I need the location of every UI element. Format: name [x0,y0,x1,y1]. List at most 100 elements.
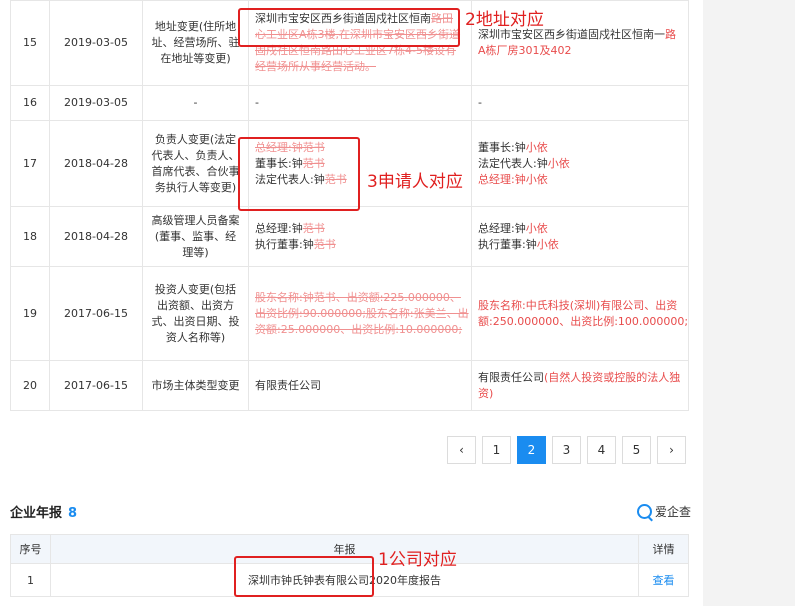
change-record-row: 18 2018-04-28 高级管理人员备案 (董事、监事、经 理等) 总经理:钟范书 执行… [10,206,689,267]
page-button-2[interactable]: 2 [517,436,546,464]
after-text: 额:250.000000、出资比例:100.000000; [478,314,689,328]
after-line: A栋厂房301及402 [478,43,682,59]
record-item: 投资人变更(包括 出资额、出资方 式、出资日期、投 资人名称等) [142,266,249,361]
before-text: 资额:25.000000、出资比例:10.000000; [255,322,463,336]
record-after: 总经理:钟小依 执行董事:钟小依 [471,206,689,267]
aiqicha-logo: 爱企查 [637,502,691,520]
record-number: 15 [10,0,50,86]
record-number: 19 [10,266,50,361]
after-text: 法定代表人:钟 [478,156,548,170]
record-item-line: (董事、监事、经 [154,229,237,243]
annotation-address: 2地址对应 [465,10,544,30]
before-text: 出资比例:90.000000;股东名称:张美兰、出 [255,306,469,320]
after-text: 有限责任公司 [478,370,544,384]
record-item-line: 址、经营场所、驻 [151,36,240,49]
before-line: 出资比例:90.000000;股东名称:张美兰、出 [255,306,469,322]
view-report-link[interactable]: 查看 [638,563,689,597]
after-line: 法定代表人:钟小依 [478,156,682,172]
after-line: 总经理:钟小依 [478,172,682,188]
record-item: - [142,85,249,121]
column-header-detail: 详情 [638,534,689,564]
record-date: 2018-04-28 [49,120,143,207]
record-date: 2018-04-28 [49,206,143,267]
record-item-line: 出资额、出资方 [157,298,234,312]
after-line: 有限责任公司(自然人投资或控股的法人独 [478,370,682,386]
record-before: 总经理:钟范书 执行董事:钟范书 [248,206,472,267]
record-item-line: 首席代表、合伙事 [151,164,240,178]
column-header-no: 序号 [10,534,51,564]
record-item: 高级管理人员备案 (董事、监事、经 理等) [142,206,249,267]
record-after: 有限责任公司(自然人投资或控股的法人独 资) [471,360,689,411]
annual-report-heading: 企业年报 8 [10,502,77,521]
after-text: 股东名称:中氏科技(深圳)有限公司、出资 [478,298,678,312]
change-record-row: 16 2019-03-05 - - - [10,85,689,121]
after-text: 小依 [536,237,559,251]
after-line: 总经理:钟小依 [478,221,682,237]
right-sidebar-background [703,0,795,606]
record-after: 董事长:钟小依 法定代表人:钟小依 总经理:钟小依 [471,120,689,207]
change-record-row: 19 2017-06-15 投资人变更(包括 出资额、出资方 式、出资日期、投 资人名称等… [10,266,689,361]
record-date: 2019-03-05 [49,0,143,86]
before-text: 有限责任公司 [255,378,321,392]
after-text: 小依 [525,140,548,154]
record-before: 有限责任公司 [248,360,472,411]
after-text: 总经理:钟 [478,221,526,235]
after-text: 董事长:钟 [478,140,526,154]
record-number: 20 [10,360,50,411]
record-after: - [471,85,689,121]
record-item-line: 投资人变更(包括 [154,282,237,296]
record-before: 股东名称:钟范书、出资额:225.000000、 出资比例:90.000000;股… [248,266,472,361]
record-item-line: 地址变更(住所地 [154,20,237,33]
before-line: 有限责任公司 [255,378,465,394]
aiqicha-logo-text: 爱企查 [655,504,692,519]
record-date: 2019-03-05 [49,85,143,121]
record-item-line: 高级管理人员备案 [151,213,240,227]
before-text: 执行董事:钟 [255,237,314,251]
record-before: - [248,85,472,121]
record-item-line: 资人名称等) [165,330,226,344]
report-number: 1 [10,563,51,597]
before-line: 股东名称:钟范书、出资额:225.000000、 [255,290,465,306]
change-record-row: 20 2017-06-15 市场主体类型变更 有限责任公司 有限责任公司(自然人投资或控… [10,360,689,411]
after-line: 额:250.000000、出资比例:100.000000; [478,314,688,330]
after-text: 小依 [547,156,570,170]
record-item-line: 式、出资日期、投 [151,314,240,328]
record-number: 18 [10,206,50,267]
record-item: 负责人变更(法定 代表人、负责人、 首席代表、合伙事 务执行人等变更) [142,120,249,207]
record-item: 地址变更(住所地 址、经营场所、驻 在地址等变更) [142,0,249,86]
before-text: 总经理:钟 [255,221,303,235]
before-line: - [255,95,465,111]
after-text: (自然人投资或控股的法人独 [544,370,681,384]
before-line: 执行董事:钟范书 [255,237,465,253]
after-text: 资) [478,386,494,400]
record-item-line: 代表人、负责人、 [151,148,240,162]
record-after: 股东名称:中氏科技(深圳)有限公司、出资 额:250.000000、出资比例:10… [471,266,689,361]
next-page-button[interactable]: › [657,436,686,464]
record-item: 市场主体类型变更 [142,360,249,411]
after-text: 路 [665,28,676,41]
page-button-5[interactable]: 5 [622,436,651,464]
prev-page-button[interactable]: ‹ [447,436,476,464]
page-button-4[interactable]: 4 [587,436,616,464]
after-text: A栋厂房301及402 [478,44,572,57]
page-button-1[interactable]: 1 [482,436,511,464]
before-text: - [255,96,259,109]
before-text: 经营场所从事经营活动。 [255,60,376,73]
record-item-line: 理等) [182,245,209,259]
record-date: 2017-06-15 [49,266,143,361]
annotation-applicant: 3申请人对应 [367,172,463,192]
page-button-3[interactable]: 3 [552,436,581,464]
applicant-highlight-box [238,137,360,211]
after-line: 股东名称:中氏科技(深圳)有限公司、出资 [478,298,682,314]
record-item-line: 市场主体类型变更 [151,378,240,392]
annual-report-count: 8 [68,506,78,521]
record-date: 2017-06-15 [49,360,143,411]
after-text: 执行董事:钟 [478,237,537,251]
before-text: 范书 [313,237,336,251]
after-line: 资) [478,386,682,402]
record-item-line: 负责人变更(法定 [154,132,237,146]
after-line: - [478,95,682,111]
address-highlight-box [238,8,460,47]
before-line: 经营场所从事经营活动。 [255,59,465,75]
after-text: 小依 [525,221,548,235]
